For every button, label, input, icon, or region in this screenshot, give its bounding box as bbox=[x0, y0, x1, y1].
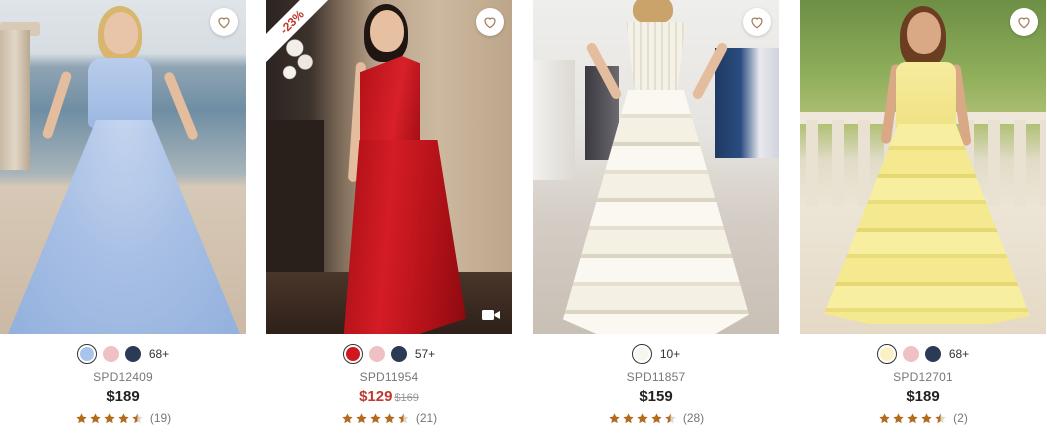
star-rating bbox=[341, 412, 410, 425]
star-rating bbox=[878, 412, 947, 425]
product-card[interactable]: 68+ SPD12701 $189 (2) bbox=[800, 0, 1046, 438]
color-swatch-navy[interactable] bbox=[124, 346, 141, 362]
star-icon bbox=[90, 412, 101, 423]
star-icon bbox=[342, 412, 353, 423]
color-swatch-pink[interactable] bbox=[102, 346, 119, 362]
wishlist-button[interactable] bbox=[210, 8, 238, 36]
product-rating[interactable]: (28) bbox=[533, 411, 779, 425]
star-icon bbox=[370, 412, 381, 423]
model-figure bbox=[800, 0, 1046, 334]
product-sku[interactable]: SPD11954 bbox=[266, 370, 512, 384]
star-icon bbox=[356, 412, 367, 423]
product-price: $189 bbox=[0, 388, 246, 405]
product-card[interactable]: 68+ SPD12409 $189 (19) bbox=[0, 0, 246, 438]
original-price: $169 bbox=[394, 392, 419, 404]
review-count: (28) bbox=[682, 411, 705, 425]
product-image[interactable] bbox=[0, 0, 246, 334]
heart-outline-icon bbox=[218, 17, 230, 29]
star-icon bbox=[118, 412, 129, 423]
color-swatch-red[interactable] bbox=[342, 344, 363, 364]
review-count: (21) bbox=[415, 411, 438, 425]
color-swatch-navy[interactable] bbox=[924, 346, 941, 362]
color-swatches: 68+ bbox=[800, 343, 1046, 365]
more-colors-link[interactable]: 10+ bbox=[660, 347, 680, 361]
sale-price: $129 bbox=[359, 388, 393, 405]
heart-outline-icon bbox=[1018, 17, 1030, 29]
wishlist-button[interactable] bbox=[1010, 8, 1038, 36]
current-price: $189 bbox=[106, 388, 140, 405]
heart-outline-icon bbox=[751, 17, 763, 29]
product-price: $189 bbox=[800, 388, 1046, 405]
wishlist-button[interactable] bbox=[743, 8, 771, 36]
review-count: (2) bbox=[953, 411, 968, 425]
color-swatch-ivory[interactable] bbox=[631, 344, 652, 364]
review-count: (19) bbox=[149, 411, 172, 425]
star-icon bbox=[921, 412, 932, 423]
heart-outline-icon bbox=[484, 17, 496, 29]
product-card[interactable]: -23% 57+ SPD11954 $129 $169 (21) bbox=[266, 0, 512, 438]
more-colors-link[interactable]: 68+ bbox=[149, 347, 169, 361]
product-info: 68+ SPD12409 $189 (19) bbox=[0, 334, 246, 425]
color-swatch-pink[interactable] bbox=[902, 346, 919, 362]
product-rating[interactable]: (19) bbox=[0, 411, 246, 425]
star-icon bbox=[609, 412, 620, 423]
discount-badge: -23% bbox=[266, 0, 334, 64]
product-info: 68+ SPD12701 $189 (2) bbox=[800, 334, 1046, 425]
wishlist-button[interactable] bbox=[476, 8, 504, 36]
current-price: $159 bbox=[639, 388, 673, 405]
video-camera-icon[interactable] bbox=[482, 308, 500, 322]
star-icon bbox=[76, 412, 87, 423]
star-icon bbox=[665, 412, 676, 423]
product-sku[interactable]: SPD12409 bbox=[0, 370, 246, 384]
star-rating bbox=[75, 412, 144, 425]
product-sku[interactable]: SPD11857 bbox=[533, 370, 779, 384]
more-colors-link[interactable]: 68+ bbox=[949, 347, 969, 361]
star-icon bbox=[132, 412, 143, 423]
current-price: $189 bbox=[906, 388, 940, 405]
star-icon bbox=[893, 412, 904, 423]
color-swatches: 57+ bbox=[266, 343, 512, 365]
star-icon bbox=[935, 412, 946, 423]
product-image[interactable]: -23% bbox=[266, 0, 512, 334]
star-icon bbox=[651, 412, 662, 423]
star-icon bbox=[907, 412, 918, 423]
color-swatch-light-blue[interactable] bbox=[76, 344, 97, 364]
product-price: $129 $169 bbox=[266, 388, 512, 405]
product-sku[interactable]: SPD12701 bbox=[800, 370, 1046, 384]
star-icon bbox=[398, 412, 409, 423]
star-rating bbox=[608, 412, 677, 425]
color-swatch-navy[interactable] bbox=[390, 346, 407, 362]
color-swatch-yellow[interactable] bbox=[876, 344, 897, 364]
model-figure bbox=[0, 0, 246, 334]
color-swatches: 10+ bbox=[533, 343, 779, 365]
product-rating[interactable]: (21) bbox=[266, 411, 512, 425]
discount-ribbon: -23% bbox=[266, 0, 336, 70]
star-icon bbox=[384, 412, 395, 423]
model-figure bbox=[533, 0, 779, 334]
star-icon bbox=[637, 412, 648, 423]
product-card[interactable]: 10+ SPD11857 $159 (28) bbox=[533, 0, 779, 438]
more-colors-link[interactable]: 57+ bbox=[415, 347, 435, 361]
color-swatches: 68+ bbox=[0, 343, 246, 365]
product-image[interactable] bbox=[533, 0, 779, 334]
star-icon bbox=[623, 412, 634, 423]
star-icon bbox=[879, 412, 890, 423]
color-swatch-pink[interactable] bbox=[368, 346, 385, 362]
product-image[interactable] bbox=[800, 0, 1046, 334]
product-info: 10+ SPD11857 $159 (28) bbox=[533, 334, 779, 425]
product-info: 57+ SPD11954 $129 $169 (21) bbox=[266, 334, 512, 425]
star-icon bbox=[104, 412, 115, 423]
product-price: $159 bbox=[533, 388, 779, 405]
product-rating[interactable]: (2) bbox=[800, 411, 1046, 425]
